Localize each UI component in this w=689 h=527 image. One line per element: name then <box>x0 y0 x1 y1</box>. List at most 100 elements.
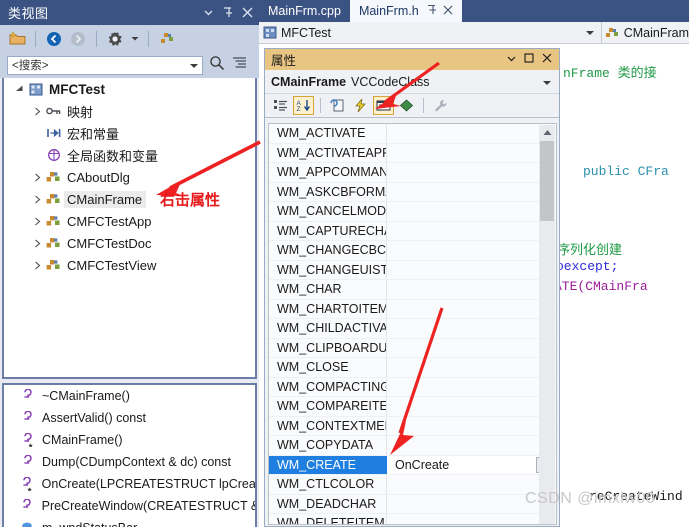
properties-row[interactable]: WM_CLIPBOARDUPD <box>269 338 556 358</box>
pin-icon[interactable] <box>426 4 437 18</box>
scroll-up-arrow-icon[interactable] <box>539 125 555 140</box>
properties-row[interactable]: WM_DEADCHAR <box>269 494 556 514</box>
expander-collapsed-icon[interactable] <box>30 195 44 204</box>
expander-collapsed-icon[interactable] <box>30 107 44 116</box>
class-view-tree-item[interactable]: 全局函数和变量 <box>4 144 255 166</box>
class-view-members-list[interactable]: ~CMainFrame() AssertValid() const CMainFra… <box>2 383 257 527</box>
navbar-member-combo[interactable]: CMainFram <box>602 22 689 43</box>
scrollbar-thumb[interactable] <box>540 141 554 221</box>
class-view-tree-item[interactable]: CMFCTestApp <box>4 210 255 232</box>
class-view-member-item[interactable]: Dump(CDumpContext & dc) const <box>4 451 255 473</box>
messages-button[interactable] <box>373 96 394 115</box>
class-view-member-item[interactable]: m_wndStatusBar <box>4 517 255 527</box>
class-view-member-item[interactable]: ~CMainFrame() <box>4 385 255 407</box>
alphabetical-sort-button[interactable]: A Z <box>293 96 314 115</box>
close-icon[interactable] <box>242 7 253 18</box>
new-folder-icon[interactable] <box>7 29 27 49</box>
properties-page-button[interactable] <box>327 96 348 115</box>
properties-scrollbar[interactable] <box>539 125 555 524</box>
properties-row-value[interactable] <box>387 163 556 182</box>
properties-row-value[interactable] <box>387 436 556 455</box>
properties-row[interactable]: WM_CHANGEUISTATI <box>269 260 556 280</box>
properties-row-value[interactable] <box>387 417 556 436</box>
dropdown-icon[interactable] <box>507 54 516 66</box>
expander-collapsed-icon[interactable] <box>30 239 44 248</box>
properties-row[interactable]: WM_CLOSE <box>269 358 556 378</box>
forward-icon[interactable] <box>68 29 88 49</box>
properties-row-value[interactable] <box>387 144 556 163</box>
class-view-member-item[interactable]: OnCreate(LPCREATESTRUCT lpCreat <box>4 473 255 495</box>
search-icon[interactable] <box>209 55 225 76</box>
close-icon[interactable] <box>443 4 453 18</box>
properties-row[interactable]: WM_CANCELMODE <box>269 202 556 222</box>
properties-row-value[interactable] <box>387 261 556 280</box>
properties-row-value[interactable] <box>387 280 556 299</box>
expand-lines-icon[interactable] <box>232 56 247 74</box>
properties-row[interactable]: WM_CONTEXTMENU <box>269 416 556 436</box>
maximize-icon[interactable] <box>524 53 534 66</box>
properties-row[interactable]: WM_COPYDATA <box>269 436 556 456</box>
class-view-tree[interactable]: MFCTest 映射 宏和常量 全局函数和变量 CAboutDlg CMainFrame C… <box>2 78 257 379</box>
properties-row-value[interactable] <box>387 397 556 416</box>
properties-row-value[interactable] <box>387 124 556 143</box>
class-view-member-item[interactable]: PreCreateWindow(CREATESTRUCT & <box>4 495 255 517</box>
class-view-member-item[interactable]: AssertValid() const <box>4 407 255 429</box>
class-view-tree-item[interactable]: 映射 <box>4 100 255 122</box>
navbar-project-combo[interactable]: MFCTest <box>259 22 602 43</box>
properties-row[interactable]: WM_CTLCOLOR <box>269 475 556 495</box>
expander-collapsed-icon[interactable] <box>30 173 44 182</box>
dropdown-icon[interactable] <box>204 8 213 17</box>
properties-row[interactable]: WM_CHARTOITEM <box>269 299 556 319</box>
chevron-down-icon[interactable] <box>190 63 198 68</box>
chevron-down-icon[interactable] <box>585 31 594 35</box>
close-icon[interactable] <box>542 53 552 66</box>
overrides-button[interactable] <box>396 96 417 115</box>
back-icon[interactable] <box>44 29 64 49</box>
properties-row-value[interactable] <box>387 202 556 221</box>
properties-row[interactable]: WM_APPCOMMAND <box>269 163 556 183</box>
properties-row-value[interactable] <box>387 319 556 338</box>
properties-row-value[interactable] <box>387 378 556 397</box>
properties-row[interactable]: WM_CHANGECBCHAI <box>269 241 556 261</box>
properties-row-value[interactable] <box>387 358 556 377</box>
settings-gear-icon[interactable] <box>105 29 125 49</box>
class-view-tree-item[interactable]: 宏和常量 <box>4 122 255 144</box>
editor-tab[interactable]: MainFrm.h <box>349 0 462 22</box>
expander-collapsed-icon[interactable] <box>30 261 44 270</box>
class-view-member-item[interactable]: CMainFrame() <box>4 429 255 451</box>
properties-row[interactable]: WM_ACTIVATEAPP <box>269 143 556 163</box>
properties-row-value[interactable] <box>387 300 556 319</box>
properties-row-value[interactable] <box>387 241 556 260</box>
properties-row[interactable]: WM_CAPTURECHANG <box>269 221 556 241</box>
properties-row[interactable]: WM_COMPAREITEM <box>269 397 556 417</box>
properties-row-value[interactable]: OnCreate <box>387 455 556 474</box>
properties-row-value[interactable] <box>387 222 556 241</box>
class-view-tree-item[interactable]: CMFCTestDoc <box>4 232 255 254</box>
editor-tab[interactable]: MainFrm.cpp <box>259 0 350 22</box>
properties-row[interactable]: WM_COMPACTING <box>269 377 556 397</box>
search-input[interactable]: <搜索> <box>7 55 203 75</box>
properties-row[interactable]: WM_ACTIVATE <box>269 124 556 144</box>
pin-icon[interactable] <box>222 7 233 18</box>
properties-message-list[interactable]: WM_ACTIVATE WM_ACTIVATEAPP WM_APPCOMMAND WM… <box>268 123 557 525</box>
properties-row[interactable]: WM_ASKCBFORMATN <box>269 182 556 202</box>
expander-expanded-icon[interactable] <box>12 85 26 94</box>
class-view-tree-item[interactable]: CMFCTestView <box>4 254 255 276</box>
properties-row-value[interactable] <box>387 514 556 524</box>
property-pages-wrench-button[interactable] <box>430 96 451 115</box>
properties-row[interactable]: WM_CHILDACTIVATE <box>269 319 556 339</box>
class-view-tree-item[interactable]: MFCTest <box>4 78 255 100</box>
properties-row[interactable]: WM_CREATE OnCreate <box>269 455 556 475</box>
properties-row[interactable]: WM_CHAR <box>269 280 556 300</box>
properties-row[interactable]: WM_DELETEITEM <box>269 514 556 524</box>
chevron-down-icon[interactable] <box>543 81 551 85</box>
properties-object-selector[interactable]: CMainFrame VCCodeClass <box>265 70 559 94</box>
gear-dropdown-icon[interactable] <box>129 29 140 49</box>
properties-row-value[interactable] <box>387 183 556 202</box>
events-button[interactable] <box>350 96 371 115</box>
expander-collapsed-icon[interactable] <box>30 217 44 226</box>
properties-row-value[interactable] <box>387 339 556 358</box>
class-icon[interactable] <box>157 29 177 49</box>
class-view-tree-item[interactable]: CAboutDlg <box>4 166 255 188</box>
categorized-view-button[interactable] <box>270 96 291 115</box>
